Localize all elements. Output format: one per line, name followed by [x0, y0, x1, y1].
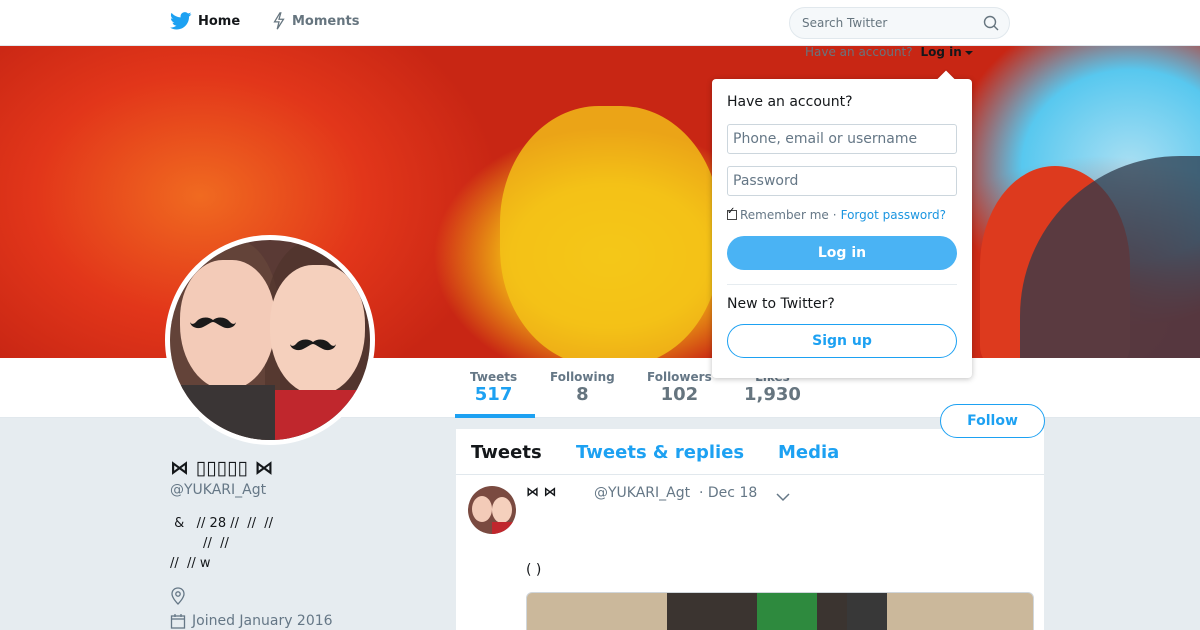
nav-home-label: Home — [198, 13, 241, 29]
search-input[interactable] — [802, 14, 972, 32]
search-icon[interactable] — [983, 15, 999, 35]
lightning-icon — [273, 12, 285, 30]
login-button[interactable]: Log in — [727, 236, 957, 270]
login-dropdown: Have an account? Remember me · Forgot pa… — [712, 79, 972, 378]
forgot-password-link[interactable]: Forgot password? — [841, 208, 946, 222]
stat-label: Following — [550, 370, 615, 384]
calendar-icon — [170, 614, 186, 629]
profile-handle[interactable]: @YUKARI_Agt — [170, 482, 266, 498]
stat-tweets[interactable]: Tweets 517 — [470, 370, 517, 405]
stat-label: Followers — [647, 370, 712, 384]
divider — [727, 284, 957, 285]
top-navigation-bar: Home Moments — [0, 0, 1200, 46]
login-heading: Have an account? — [727, 94, 853, 110]
remember-row: Remember me · Forgot password? — [727, 206, 946, 222]
location-icon — [170, 587, 186, 609]
separator: · — [832, 208, 837, 222]
twitter-bird-icon — [170, 12, 192, 30]
stat-followers[interactable]: Followers 102 — [647, 370, 712, 405]
stat-following[interactable]: Following 8 — [550, 370, 615, 405]
tweet-text: ( ) — [526, 562, 542, 578]
nav-home[interactable]: Home — [170, 12, 240, 30]
stat-value: 1,930 — [744, 384, 801, 405]
mustache-icon — [290, 339, 336, 351]
new-to-twitter-label: New to Twitter? — [727, 296, 835, 312]
active-stat-indicator — [455, 414, 535, 418]
tab-tweets[interactable]: Tweets — [471, 442, 542, 463]
profile-bio: & // 28 // // // // // // // w — [170, 516, 274, 571]
tweet-avatar[interactable] — [468, 486, 516, 534]
account-prompt-text: Have an account? — [805, 45, 913, 59]
profile-name[interactable]: ⋈ ▯▯▯▯▯ ⋈ — [170, 457, 274, 479]
stat-value: 8 — [576, 384, 589, 405]
tab-tweets-and-replies[interactable]: Tweets & replies — [576, 442, 744, 463]
account-prompt: Have an account? Log in — [805, 45, 973, 59]
tab-media[interactable]: Media — [778, 442, 839, 463]
login-dropdown-toggle[interactable]: Log in — [920, 45, 961, 59]
follow-button[interactable]: Follow — [940, 404, 1045, 438]
username-field[interactable] — [727, 124, 957, 154]
nav-moments[interactable]: Moments — [272, 12, 359, 30]
password-field[interactable] — [727, 166, 957, 196]
tweet-author[interactable]: ⋈ ⋈ — [526, 485, 557, 500]
tweet-media-image[interactable] — [526, 592, 1034, 630]
joined-date: Joined January 2016 — [170, 613, 333, 629]
stat-label: Tweets — [470, 370, 518, 384]
tweet-author-name[interactable]: ⋈ ⋈ — [526, 485, 557, 500]
stat-value: 517 — [474, 384, 513, 405]
remember-me-checkbox[interactable] — [727, 206, 737, 220]
tweet-date[interactable]: · Dec 18 — [699, 485, 757, 501]
signup-button[interactable]: Sign up — [727, 324, 957, 358]
remember-me-label[interactable]: Remember me — [740, 208, 829, 222]
timeline: Tweets Tweets & replies Media ⋈ ⋈ @YUKAR… — [456, 429, 1044, 630]
joined-date-label: Joined January 2016 — [192, 613, 333, 629]
search-box — [789, 7, 1010, 39]
caret-down-icon[interactable] — [964, 50, 973, 55]
stat-value: 102 — [660, 384, 699, 405]
profile-avatar[interactable] — [165, 235, 375, 445]
mustache-icon — [190, 317, 236, 329]
chevron-down-icon[interactable] — [776, 487, 790, 506]
tweet-author-handle[interactable]: @YUKARI_Agt — [594, 485, 690, 501]
nav-moments-label: Moments — [292, 13, 360, 29]
